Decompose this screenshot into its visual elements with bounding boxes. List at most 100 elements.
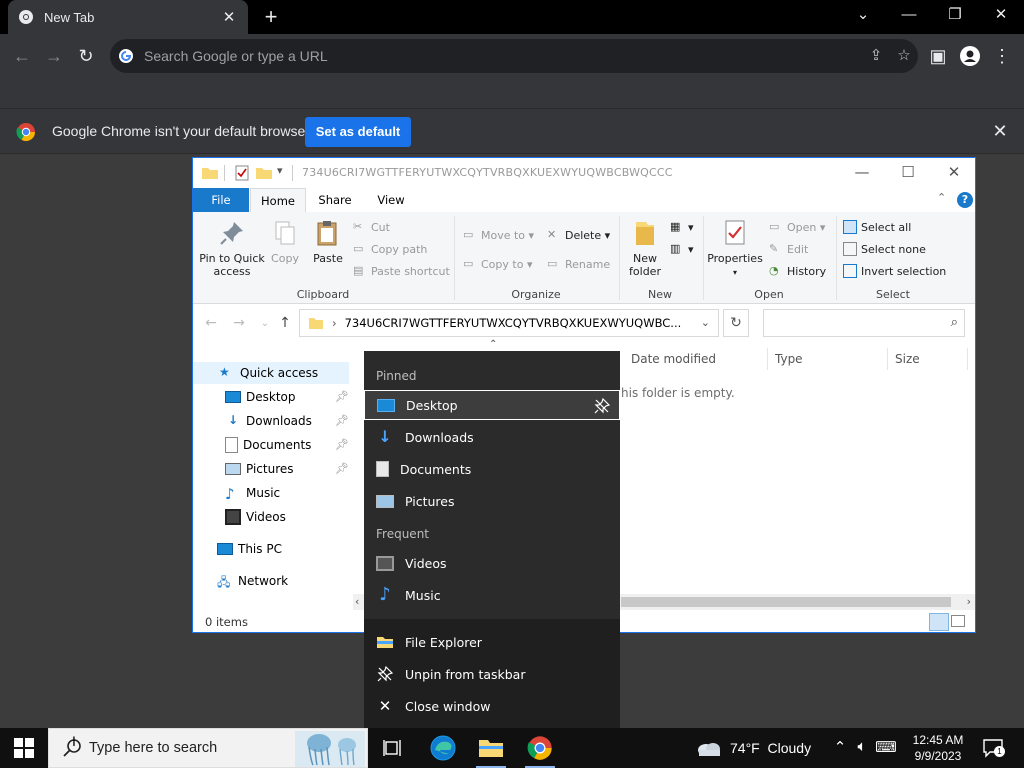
back-button[interactable]: ← [8,42,36,70]
address-dropdown-icon[interactable]: ⌄ [701,316,710,329]
scroll-thumb[interactable] [621,597,951,607]
clock[interactable]: 12:45 AM 9/9/2023 [898,732,978,764]
pin-to-quick-access-button[interactable]: Pin to Quick access [199,218,265,278]
copy-path-button[interactable]: ▭ Copy path [353,240,427,258]
quick-access-toolbar-dropdown-icon[interactable]: ▾ [277,164,283,177]
paste-button[interactable]: Paste [310,218,346,265]
copy-button[interactable]: Copy [267,218,303,265]
notification-center-icon[interactable]: 1 [982,738,1005,758]
jump-item-downloads[interactable]: ↓ Downloads [364,422,620,452]
share-icon[interactable]: ⇪ [862,42,890,70]
select-none-button[interactable]: Select none [843,240,926,258]
nav-item-desktop[interactable]: Desktop [225,386,296,408]
explorer-close-button[interactable]: ✕ [931,158,977,188]
new-item-button[interactable]: ▦ ▾ [670,218,694,236]
easy-access-button[interactable]: ▥ ▾ [670,240,694,258]
tab-view[interactable]: View [365,188,417,212]
help-icon[interactable]: ? [957,192,973,208]
tab-share[interactable]: Share [307,188,363,212]
address-box[interactable]: › 734U6CRI7WGTTFERYUTWXCQYTVRBQXKUEXWYUQ… [299,309,719,337]
keyboard-icon[interactable]: ⌨︎ [874,738,898,756]
invert-selection-button[interactable]: Invert selection [843,262,946,280]
show-hidden-icons-chevron-icon[interactable]: ⌃ [828,738,852,756]
history-button[interactable]: ◔ History [769,262,826,280]
column-date-modified[interactable]: Date modified [631,348,716,370]
properties-button[interactable]: Properties ▾ [707,218,763,279]
restore-button[interactable]: ❐ [932,0,978,30]
new-tab-button[interactable]: + [258,3,284,31]
task-view-button[interactable] [370,728,416,768]
unpin-icon[interactable] [593,397,611,415]
bookmark-star-icon[interactable]: ☆ [890,42,918,70]
nav-item-music[interactable]: ♪ Music [225,482,280,504]
set-as-default-button[interactable]: Set as default [305,117,411,147]
weather-widget[interactable]: 74°F Cloudy [696,739,811,757]
taskbar-search-box[interactable]: Type here to search [48,728,368,768]
tab-file[interactable]: File [193,188,249,212]
cut-button[interactable]: ✂ Cut [353,218,390,236]
jump-item-documents[interactable]: Documents [364,454,620,484]
ribbon-collapse-chevron-icon[interactable]: ⌃ [937,191,946,204]
jump-item-videos[interactable]: Videos [364,548,620,578]
edge-taskbar-button[interactable] [420,728,466,768]
side-panel-icon[interactable]: ▣ [924,42,952,70]
nav-item-downloads[interactable]: ↓ Downloads [225,410,312,432]
windows-start-icon[interactable] [14,738,34,758]
details-view-icon[interactable] [929,613,949,631]
rename-button[interactable]: ▭ Rename [547,255,610,273]
jump-item-pictures[interactable]: Pictures [364,486,620,516]
jump-item-music[interactable]: ♪ Music [364,580,620,610]
jump-item-desktop[interactable]: Desktop [364,390,620,420]
select-all-button[interactable]: Select all [843,218,911,236]
edit-button[interactable]: ✎ Edit [769,240,808,258]
jump-action-close-window[interactable]: ✕ Close window [364,691,620,721]
close-button[interactable]: ✕ [978,0,1024,30]
copy-to-button[interactable]: ▭ Copy to ▾ [463,255,532,273]
nav-item-pictures[interactable]: Pictures [225,458,294,480]
documents-icon [376,461,389,477]
refresh-button[interactable]: ↻ [723,309,749,337]
chrome-taskbar-button[interactable] [517,728,563,768]
tab-new-tab[interactable]: New Tab ✕ [8,0,248,34]
explorer-forward-icon[interactable]: → [229,315,249,331]
column-type[interactable]: Type [775,348,803,370]
delete-button[interactable]: ✕ Delete ▾ [547,226,610,244]
recent-locations-chevron-icon[interactable]: ⌄ [255,318,275,329]
nav-network[interactable]: 🖧︎ Network [217,570,288,592]
new-folder-quick-icon[interactable] [255,164,273,182]
explorer-maximize-button[interactable]: ☐ [885,158,931,188]
jump-action-file-explorer[interactable]: File Explorer [364,627,620,657]
speaker-icon[interactable]: 🔈︎ [850,738,874,755]
nav-item-documents[interactable]: Documents [225,434,311,456]
nav-item-videos[interactable]: Videos [225,506,286,528]
tab-home[interactable]: Home [250,188,306,212]
file-explorer-taskbar-button[interactable] [468,728,514,768]
paste-shortcut-button[interactable]: ▤ Paste shortcut [353,262,450,280]
large-icons-view-icon[interactable] [951,615,965,627]
scroll-left-icon[interactable]: ‹ [355,595,359,608]
select-all-icon [843,220,857,234]
nav-this-pc[interactable]: This PC [217,538,282,560]
explorer-back-icon[interactable]: ← [201,315,221,331]
properties-quick-icon[interactable] [233,164,251,182]
omnibox[interactable]: Search Google or type a URL ⇪ ☆ [110,39,918,73]
tab-close-icon[interactable]: ✕ [220,8,238,26]
column-size[interactable]: Size [895,348,920,370]
tab-search-chevron-icon[interactable]: ⌄ [840,0,886,30]
new-folder-button[interactable]: New folder [625,218,665,278]
forward-button[interactable]: → [40,42,68,70]
minimize-button[interactable]: — [886,0,932,30]
infobar-close-icon[interactable]: ✕ [990,121,1010,142]
jump-action-unpin[interactable]: Unpin from taskbar [364,659,620,689]
explorer-minimize-button[interactable]: — [839,158,885,188]
reload-button[interactable]: ↻ [72,42,100,70]
menu-icon[interactable]: ⋮ [988,42,1016,70]
folder-search-input[interactable]: ⌕ [763,309,965,337]
nav-quick-access[interactable]: ★ Quick access [193,362,349,384]
open-button[interactable]: ▭ Open ▾ [769,218,825,236]
move-to-button[interactable]: ▭ Move to ▾ [463,226,534,244]
scroll-right-icon[interactable]: › [967,595,971,608]
explorer-title-bar: ▾ 734U6CRI7WGTTFERYUTWXCQYTVRBQXKUEXWYUQ… [193,158,975,188]
profile-icon[interactable] [956,42,984,70]
up-arrow-icon[interactable]: ↑ [275,315,295,331]
